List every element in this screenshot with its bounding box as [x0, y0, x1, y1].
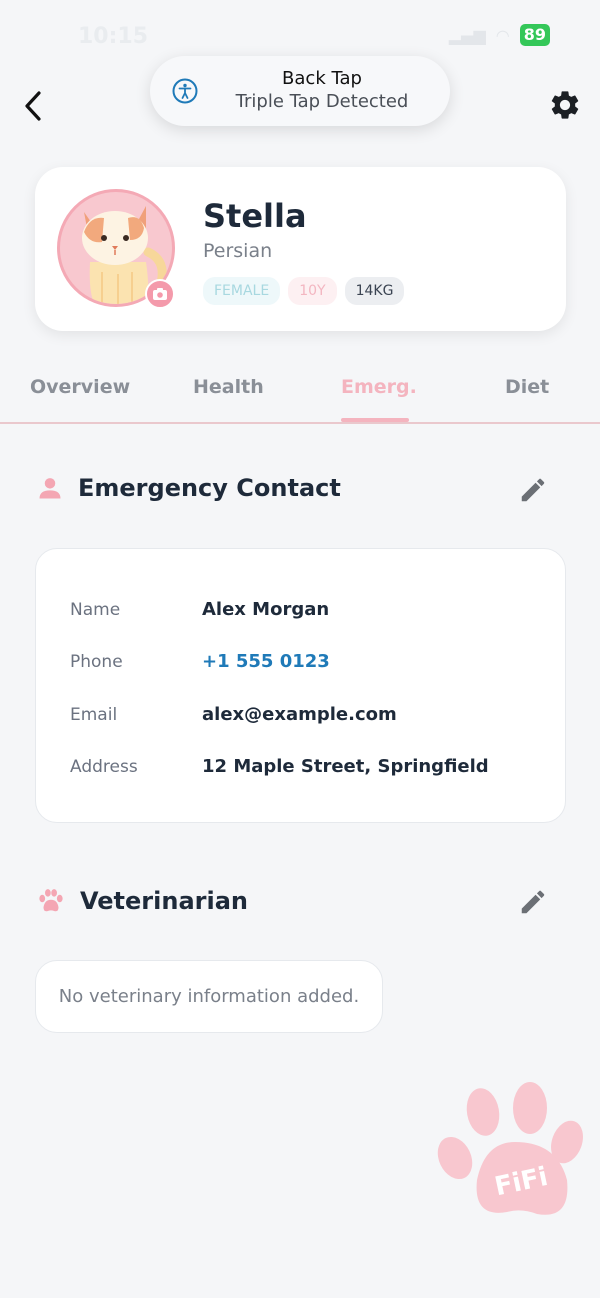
chevron-left-icon	[25, 91, 41, 121]
gear-icon	[551, 91, 579, 119]
pet-tags: FEMALE 10Y 14KG	[203, 277, 405, 305]
edit-emergency-button[interactable]	[518, 475, 550, 507]
contact-label: Email	[70, 704, 118, 725]
back-tap-banner: Back Tap Triple Tap Detected	[150, 56, 450, 126]
vet-section-header: Veterinarian	[36, 886, 248, 916]
contact-name-value: Alex Morgan	[202, 599, 330, 620]
age-badge: 10Y	[288, 277, 337, 305]
vet-empty-card: No veterinary information added.	[35, 960, 383, 1033]
contact-email-value: alex@example.com	[202, 704, 397, 725]
tab-emergency[interactable]: Emerg.	[341, 376, 417, 398]
edit-vet-button[interactable]	[518, 887, 550, 919]
status-time: 10:15	[78, 24, 149, 49]
back-button[interactable]	[16, 86, 50, 126]
banner-subtitle: Triple Tap Detected	[235, 91, 409, 112]
contact-row-address: Address 12 Maple Street, Springfield	[70, 756, 489, 777]
weight-badge: 14KG	[344, 277, 405, 305]
tab-health[interactable]: Health	[193, 376, 264, 398]
banner-title: Back Tap	[282, 68, 362, 89]
pet-profile-card: Stella Persian FEMALE 10Y 14KG	[35, 167, 566, 331]
accessibility-icon	[172, 78, 198, 104]
vet-section-title: Veterinarian	[80, 887, 248, 915]
emergency-section-header: Emergency Contact	[36, 474, 341, 502]
paw-logo-watermark: FiFi	[437, 1082, 583, 1215]
paw-icon	[39, 889, 63, 912]
wifi-icon: ◠	[495, 25, 510, 45]
contact-label: Phone	[70, 651, 123, 672]
contact-row-email: Email alex@example.com	[70, 704, 397, 725]
signal-icon: ▂▄▆	[448, 25, 486, 45]
pet-breed: Persian	[203, 240, 273, 262]
change-photo-button[interactable]	[145, 279, 175, 309]
settings-button[interactable]	[548, 88, 582, 122]
vet-empty-text: No veterinary information added.	[58, 986, 360, 1007]
battery-indicator: 89	[519, 24, 550, 46]
person-icon	[39, 478, 61, 499]
status-icons: ▂▄▆ ◠ 89	[449, 24, 550, 46]
contact-phone-link[interactable]: +1 555 0123	[202, 651, 330, 672]
emergency-section-title: Emergency Contact	[78, 474, 341, 502]
tab-bar: Overview Health Emerg. Diet	[0, 360, 600, 424]
contact-row-name: Name Alex Morgan	[70, 599, 329, 620]
emergency-contact-card: Name Alex Morgan Phone +1 555 0123 Email…	[35, 548, 566, 823]
sex-badge: FEMALE	[203, 277, 281, 305]
pet-name: Stella	[203, 197, 307, 235]
contact-label: Address	[70, 756, 138, 777]
camera-icon	[153, 288, 167, 300]
contact-address-value: 12 Maple Street, Springfield	[202, 756, 489, 777]
contact-label: Name	[70, 599, 121, 620]
pencil-icon	[521, 478, 545, 502]
tab-overview[interactable]: Overview	[30, 376, 130, 398]
active-tab-indicator	[341, 418, 409, 422]
pencil-icon	[521, 890, 545, 914]
banner-text: Back Tap Triple Tap Detected	[214, 68, 430, 114]
tab-diet[interactable]: Diet	[505, 376, 549, 398]
contact-row-phone: Phone +1 555 0123	[70, 651, 330, 672]
